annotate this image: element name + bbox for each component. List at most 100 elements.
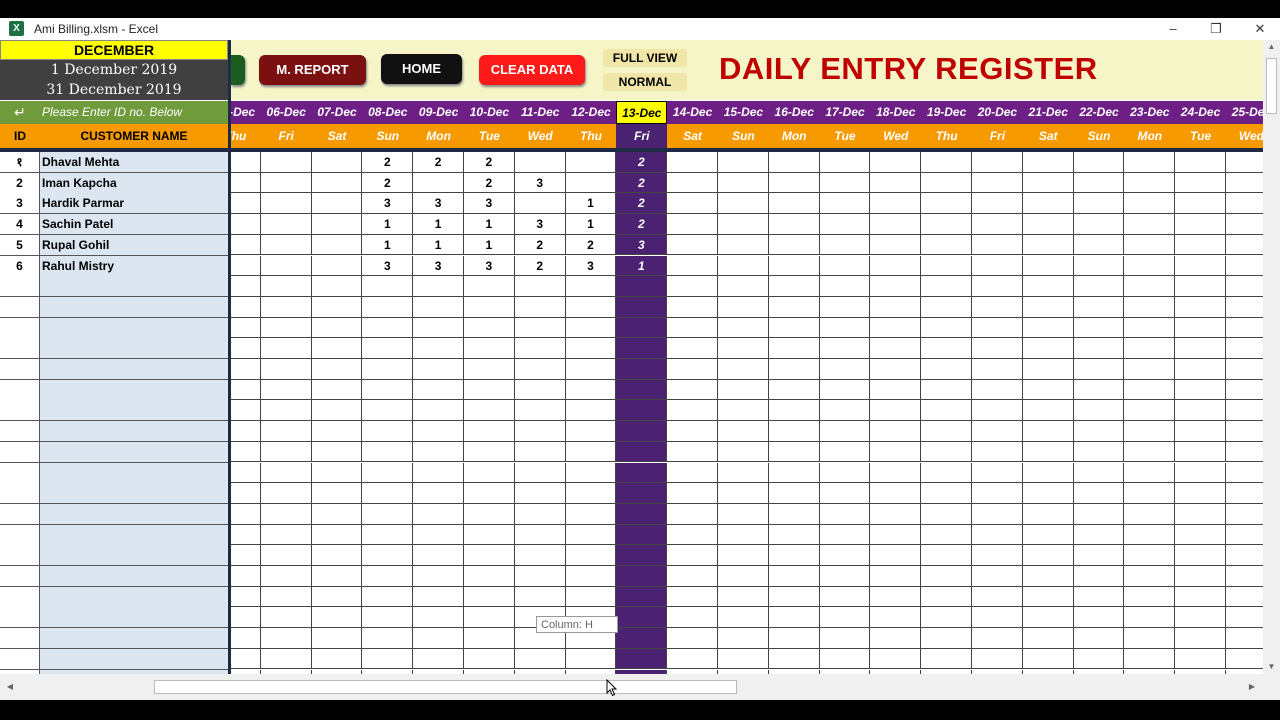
entry-cell[interactable] (819, 483, 871, 504)
entry-cell[interactable] (921, 545, 972, 566)
entry-cell[interactable] (260, 255, 312, 277)
entry-cell[interactable] (718, 524, 769, 546)
entry-cell[interactable] (514, 296, 566, 318)
entry-cell[interactable] (311, 172, 363, 194)
entry-cell[interactable] (311, 152, 363, 173)
entry-cell[interactable] (1226, 607, 1263, 629)
entry-cell[interactable]: 1 (616, 255, 668, 277)
entry-cell[interactable] (870, 338, 922, 359)
entry-cell[interactable] (514, 317, 566, 339)
entry-cell[interactable] (413, 628, 464, 649)
entry-cell[interactable] (464, 648, 515, 670)
entry-cell[interactable] (616, 628, 668, 649)
entry-cell[interactable]: 2 (362, 152, 414, 173)
entry-cell[interactable] (718, 586, 769, 608)
entry-cell[interactable] (972, 359, 1023, 380)
entry-cell[interactable] (972, 276, 1023, 297)
customer-name-cell[interactable] (40, 586, 229, 608)
entry-cell[interactable] (1175, 628, 1226, 649)
entry-cell[interactable] (231, 648, 261, 670)
entry-cell[interactable] (565, 400, 617, 422)
entry-cell[interactable] (1124, 214, 1176, 235)
entry-cell[interactable] (667, 172, 718, 194)
entry-cell[interactable] (921, 234, 972, 256)
entry-cell[interactable] (260, 545, 312, 566)
entry-cell[interactable] (1175, 421, 1226, 442)
entry-cell[interactable] (921, 255, 972, 277)
entry-cell[interactable] (768, 338, 820, 359)
entry-cell[interactable] (1022, 545, 1074, 566)
entry-cell[interactable] (718, 255, 769, 277)
entry-cell[interactable] (514, 462, 566, 484)
entry-cell[interactable] (464, 421, 515, 442)
entry-cell[interactable] (1226, 152, 1263, 173)
entry-cell[interactable] (768, 545, 820, 566)
entry-cell[interactable] (362, 379, 414, 401)
id-cell[interactable]: 5 (0, 234, 40, 256)
entry-cell[interactable] (464, 545, 515, 566)
entry-cell[interactable] (718, 503, 769, 525)
entry-cell[interactable] (768, 317, 820, 339)
id-cell[interactable] (0, 628, 40, 650)
id-cell[interactable] (0, 400, 40, 422)
entry-cell[interactable] (616, 400, 668, 422)
entry-cell[interactable] (1175, 338, 1226, 359)
entry-cell[interactable] (362, 524, 414, 546)
entry-cell[interactable] (616, 296, 668, 318)
entry-cell[interactable] (565, 586, 617, 608)
entry-cell[interactable] (413, 566, 464, 587)
entry-cell[interactable] (1226, 256, 1263, 277)
entry-cell[interactable] (870, 607, 922, 629)
entry-cell[interactable] (1124, 545, 1176, 566)
entry-cell[interactable] (413, 172, 464, 194)
entry-cell[interactable] (768, 441, 820, 463)
entry-cell[interactable] (768, 607, 820, 629)
customer-name-cell[interactable]: Hardik Parmar (40, 193, 229, 215)
customer-name-cell[interactable] (40, 276, 229, 298)
entry-cell[interactable]: 2 (616, 152, 668, 173)
id-cell[interactable] (0, 586, 40, 608)
entry-cell[interactable] (231, 566, 261, 587)
entry-cell[interactable] (260, 379, 312, 401)
entry-cell[interactable] (616, 483, 668, 504)
entry-cell[interactable] (1226, 400, 1263, 422)
entry-cell[interactable] (667, 276, 718, 297)
entry-cell[interactable] (231, 214, 261, 235)
entry-cell[interactable]: 1 (464, 234, 515, 256)
entry-cell[interactable] (260, 648, 312, 670)
entry-cell[interactable] (260, 152, 312, 173)
entry-cell[interactable] (514, 421, 566, 442)
entry-cell[interactable] (1022, 338, 1074, 359)
entry-cell[interactable] (464, 503, 515, 525)
scroll-right-icon[interactable]: ▶ (1245, 680, 1259, 694)
entry-cell[interactable] (819, 441, 871, 463)
entry-cell[interactable] (1073, 607, 1125, 629)
entry-cell[interactable] (1073, 193, 1125, 215)
entry-cell[interactable] (870, 234, 922, 256)
entry-cell[interactable]: 3 (362, 193, 414, 215)
entry-cell[interactable] (718, 566, 769, 587)
customer-name-cell[interactable] (40, 379, 229, 401)
customer-name-cell[interactable] (40, 545, 229, 567)
entry-cell[interactable] (718, 379, 769, 401)
entry-cell[interactable] (972, 338, 1023, 359)
entry-cell[interactable] (464, 524, 515, 546)
entry-cell[interactable] (718, 276, 769, 297)
entry-cell[interactable] (616, 524, 668, 546)
entry-cell[interactable] (768, 483, 820, 504)
entry-cell[interactable] (565, 462, 617, 484)
entry-cell[interactable] (1226, 276, 1263, 297)
entry-cell[interactable] (1073, 296, 1125, 318)
full-view-button[interactable]: FULL VIEW (603, 49, 687, 67)
id-cell[interactable] (0, 379, 40, 401)
entry-cell[interactable] (362, 648, 414, 670)
entry-cell[interactable] (311, 483, 363, 504)
entry-cell[interactable] (311, 296, 363, 318)
entry-cell[interactable] (413, 441, 464, 463)
scroll-left-icon[interactable]: ◀ (3, 680, 17, 694)
entry-cell[interactable] (972, 317, 1023, 339)
entry-cell[interactable] (260, 338, 312, 359)
entry-cell[interactable] (921, 628, 972, 649)
id-cell[interactable] (0, 441, 40, 463)
entry-cell[interactable] (870, 586, 922, 608)
